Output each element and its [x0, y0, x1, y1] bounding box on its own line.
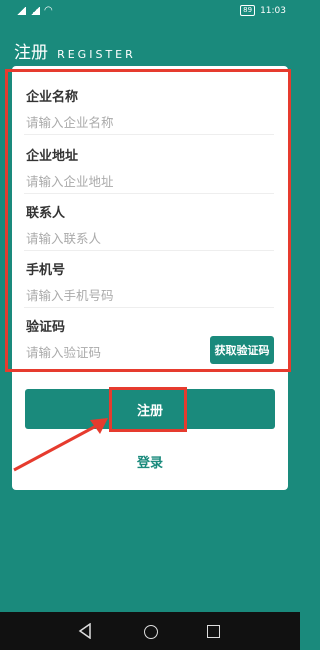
home-icon[interactable] — [144, 625, 158, 639]
navigation-bar — [0, 612, 300, 650]
back-icon[interactable] — [78, 623, 92, 639]
annotation-arrow-icon — [13, 418, 108, 472]
recent-apps-icon[interactable] — [207, 625, 220, 638]
